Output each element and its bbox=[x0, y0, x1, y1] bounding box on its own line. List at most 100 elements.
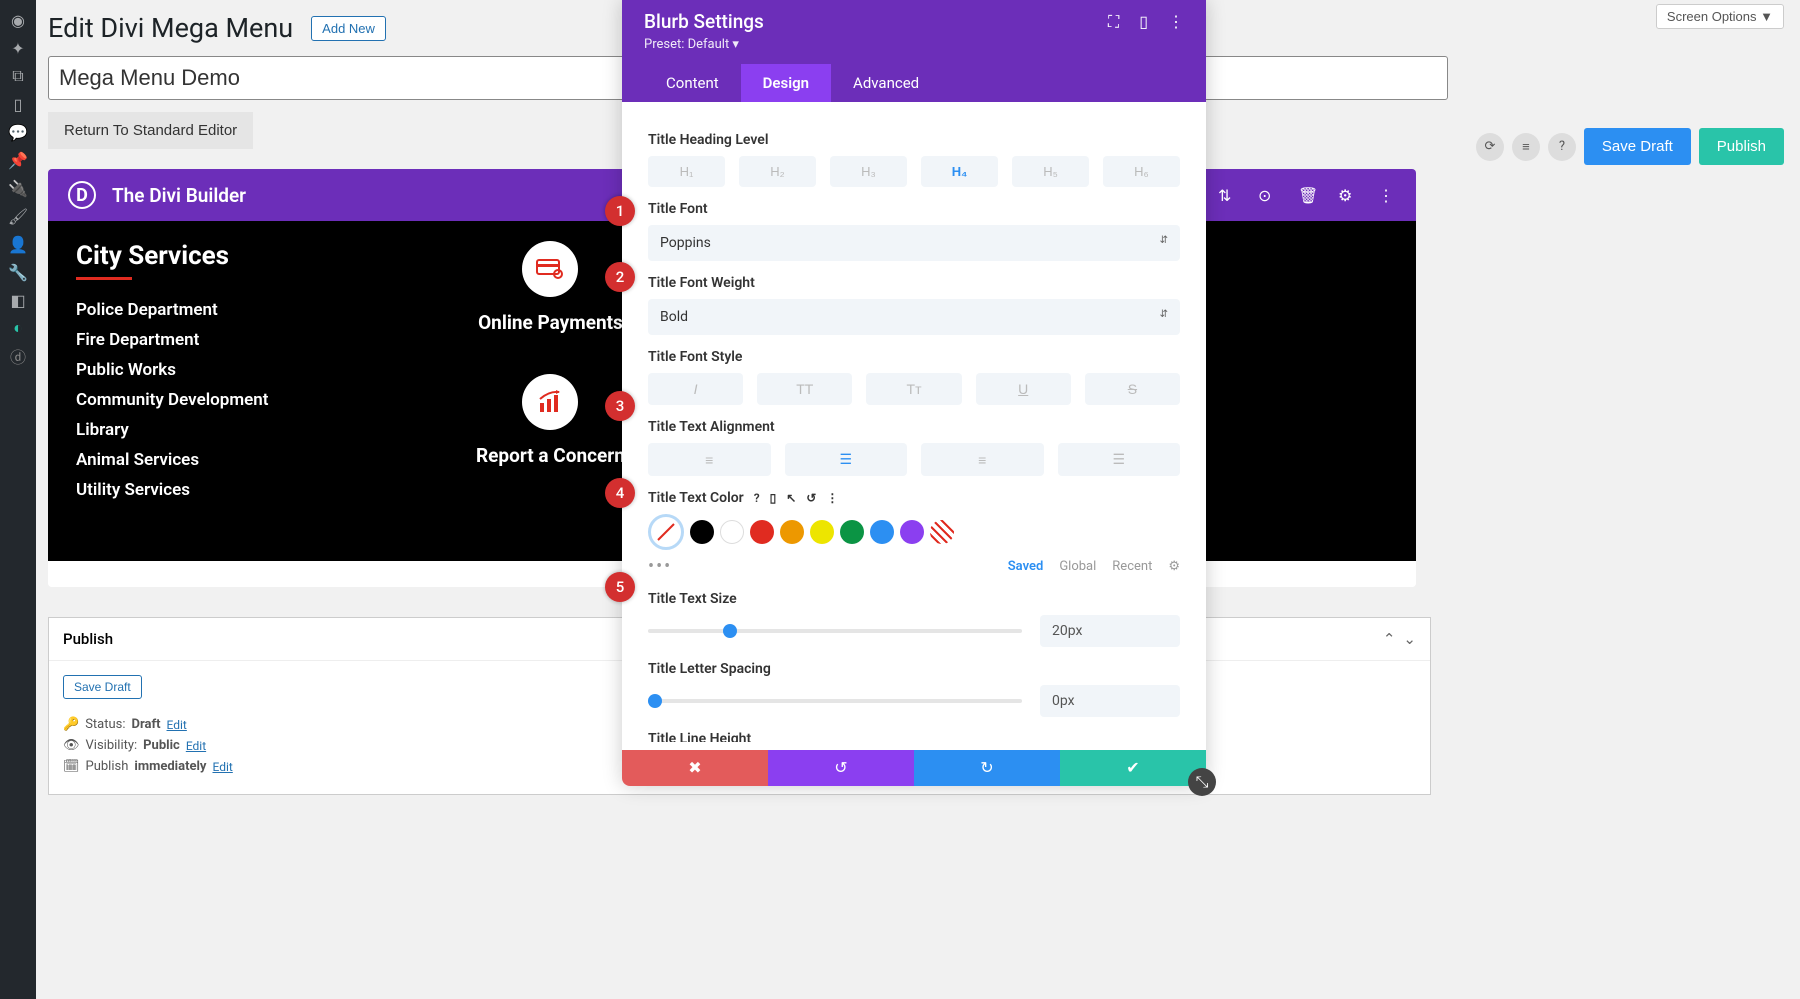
h5-button[interactable]: H₅ bbox=[1012, 156, 1089, 187]
fullscreen-icon[interactable]: ⛶ bbox=[1108, 12, 1119, 32]
uppercase-button[interactable]: TT bbox=[757, 373, 852, 405]
wp-divi-icon[interactable]: ⓓ bbox=[8, 346, 28, 366]
wireframe-icon[interactable]: ≡ bbox=[1512, 133, 1540, 161]
underline-button[interactable]: U bbox=[976, 373, 1071, 405]
smallcaps-button[interactable]: Tᴛ bbox=[866, 373, 961, 405]
text-size-value[interactable]: 20px bbox=[1040, 615, 1180, 647]
wp-appearance-icon[interactable]: 🖌 bbox=[8, 206, 28, 226]
blurb-title: Online Payments bbox=[478, 311, 623, 334]
label-alignment: Title Text Alignment bbox=[648, 419, 1180, 435]
more-icon[interactable]: ⋮ bbox=[826, 491, 838, 505]
chevron-down-icon[interactable]: ⌄ bbox=[1403, 630, 1416, 648]
dock-icon[interactable]: ▯ bbox=[1139, 12, 1148, 32]
help-icon[interactable]: ? bbox=[754, 491, 760, 505]
list-item[interactable]: Fire Department bbox=[76, 330, 376, 350]
edit-visibility-link[interactable]: Edit bbox=[186, 739, 206, 753]
blurb-report-concern[interactable]: Report a Concern bbox=[476, 374, 625, 467]
align-center-button[interactable]: ☰ bbox=[785, 443, 908, 476]
tab-advanced[interactable]: Advanced bbox=[831, 64, 941, 102]
help-icon[interactable]: ? bbox=[1548, 133, 1576, 161]
trash-icon[interactable]: 🗑 bbox=[1298, 186, 1316, 204]
history-icon[interactable]: ⊙ bbox=[1258, 186, 1276, 204]
wp-tools-icon[interactable]: 🔧 bbox=[8, 262, 28, 282]
letter-spacing-slider[interactable] bbox=[648, 699, 1022, 703]
preset-selector[interactable]: Preset: Default ▾ bbox=[644, 33, 1184, 64]
wp-pages-icon[interactable]: ▯ bbox=[8, 94, 28, 114]
color-swatch[interactable] bbox=[840, 520, 864, 544]
wp-custom-icon[interactable]: ◐ bbox=[8, 318, 28, 338]
wp-pin2-icon[interactable]: 📌 bbox=[8, 150, 28, 170]
italic-button[interactable]: I bbox=[648, 373, 743, 405]
screen-options-button[interactable]: Screen Options ▼ bbox=[1656, 4, 1784, 29]
save-draft-button[interactable]: Save Draft bbox=[1584, 128, 1691, 165]
add-new-button[interactable]: Add New bbox=[311, 16, 386, 41]
wp-media-icon[interactable]: ⧉ bbox=[8, 66, 28, 86]
font-select[interactable]: Poppins⇵ bbox=[648, 225, 1180, 261]
strikethrough-button[interactable]: S bbox=[1085, 373, 1180, 405]
cursor-icon[interactable]: ↖ bbox=[786, 491, 796, 505]
wp-pin-icon[interactable]: ✦ bbox=[8, 38, 28, 58]
color-swatch[interactable] bbox=[720, 520, 744, 544]
responsive-icon[interactable]: ⟳ bbox=[1476, 133, 1504, 161]
modal-undo-button[interactable]: ↺ bbox=[768, 750, 914, 786]
tab-design[interactable]: Design bbox=[741, 64, 831, 102]
h2-button[interactable]: H₂ bbox=[739, 156, 816, 187]
sort-icon[interactable]: ⇅ bbox=[1218, 186, 1236, 204]
color-swatch[interactable] bbox=[810, 520, 834, 544]
canvas-heading: City Services bbox=[76, 241, 376, 271]
gear-icon[interactable]: ⚙ bbox=[1338, 186, 1356, 204]
more-icon[interactable]: ⋮ bbox=[1168, 12, 1184, 32]
more-colors-icon[interactable]: ••• bbox=[648, 556, 672, 577]
align-left-button[interactable]: ≡ bbox=[648, 443, 771, 476]
h4-button[interactable]: H₄ bbox=[921, 156, 998, 187]
text-size-slider[interactable] bbox=[648, 629, 1022, 633]
list-item[interactable]: Library bbox=[76, 420, 376, 440]
color-swatch[interactable] bbox=[690, 520, 714, 544]
modal-redo-button[interactable]: ↻ bbox=[914, 750, 1060, 786]
color-tab-global[interactable]: Global bbox=[1059, 559, 1096, 574]
color-tab-saved[interactable]: Saved bbox=[1008, 559, 1044, 574]
return-editor-button[interactable]: Return To Standard Editor bbox=[48, 112, 253, 149]
tab-content[interactable]: Content bbox=[644, 64, 741, 102]
publish-box-title: Publish bbox=[63, 630, 113, 648]
color-swatch[interactable] bbox=[900, 520, 924, 544]
wp-plugins-icon[interactable]: 🔌 bbox=[8, 178, 28, 198]
list-item[interactable]: Police Department bbox=[76, 300, 376, 320]
wp-comments-icon[interactable]: 💬 bbox=[8, 122, 28, 142]
marker-5: 5 bbox=[605, 572, 635, 602]
chevron-up-icon[interactable]: ⌃ bbox=[1383, 630, 1396, 648]
wp-settings-icon[interactable]: ◧ bbox=[8, 290, 28, 310]
reset-icon[interactable]: ↺ bbox=[806, 491, 816, 505]
color-swatch[interactable] bbox=[870, 520, 894, 544]
letter-spacing-value[interactable]: 0px bbox=[1040, 685, 1180, 717]
list-item[interactable]: Animal Services bbox=[76, 450, 376, 470]
list-item[interactable]: Community Development bbox=[76, 390, 376, 410]
color-swatch-none[interactable] bbox=[930, 520, 954, 544]
gear-icon[interactable]: ⚙ bbox=[1168, 559, 1180, 574]
marker-2: 2 bbox=[605, 262, 635, 292]
wp-dashboard-icon[interactable]: ◉ bbox=[8, 10, 28, 30]
wp-users-icon[interactable]: 👤 bbox=[8, 234, 28, 254]
modal-save-button[interactable]: ✔ bbox=[1060, 750, 1206, 786]
color-swatch-selected[interactable] bbox=[648, 514, 684, 550]
list-item[interactable]: Utility Services bbox=[76, 480, 376, 500]
color-tab-recent[interactable]: Recent bbox=[1112, 559, 1152, 574]
color-swatch[interactable] bbox=[750, 520, 774, 544]
weight-select[interactable]: Bold⇵ bbox=[648, 299, 1180, 335]
edit-publish-link[interactable]: Edit bbox=[212, 760, 232, 774]
list-item[interactable]: Public Works bbox=[76, 360, 376, 380]
color-swatch[interactable] bbox=[780, 520, 804, 544]
resize-handle-icon[interactable]: ⤡ bbox=[1188, 768, 1216, 796]
publish-button[interactable]: Publish bbox=[1699, 128, 1784, 165]
blurb-online-payments[interactable]: Online Payments bbox=[476, 241, 625, 334]
align-right-button[interactable]: ≡ bbox=[921, 443, 1044, 476]
h6-button[interactable]: H₆ bbox=[1103, 156, 1180, 187]
edit-status-link[interactable]: Edit bbox=[167, 718, 187, 732]
more-icon[interactable]: ⋮ bbox=[1378, 186, 1396, 204]
h1-button[interactable]: H₁ bbox=[648, 156, 725, 187]
device-icon[interactable]: ▯ bbox=[770, 491, 777, 505]
modal-close-button[interactable]: ✖ bbox=[622, 750, 768, 786]
align-justify-button[interactable]: ☰ bbox=[1058, 443, 1181, 476]
h3-button[interactable]: H₃ bbox=[830, 156, 907, 187]
save-draft-small-button[interactable]: Save Draft bbox=[63, 675, 142, 699]
